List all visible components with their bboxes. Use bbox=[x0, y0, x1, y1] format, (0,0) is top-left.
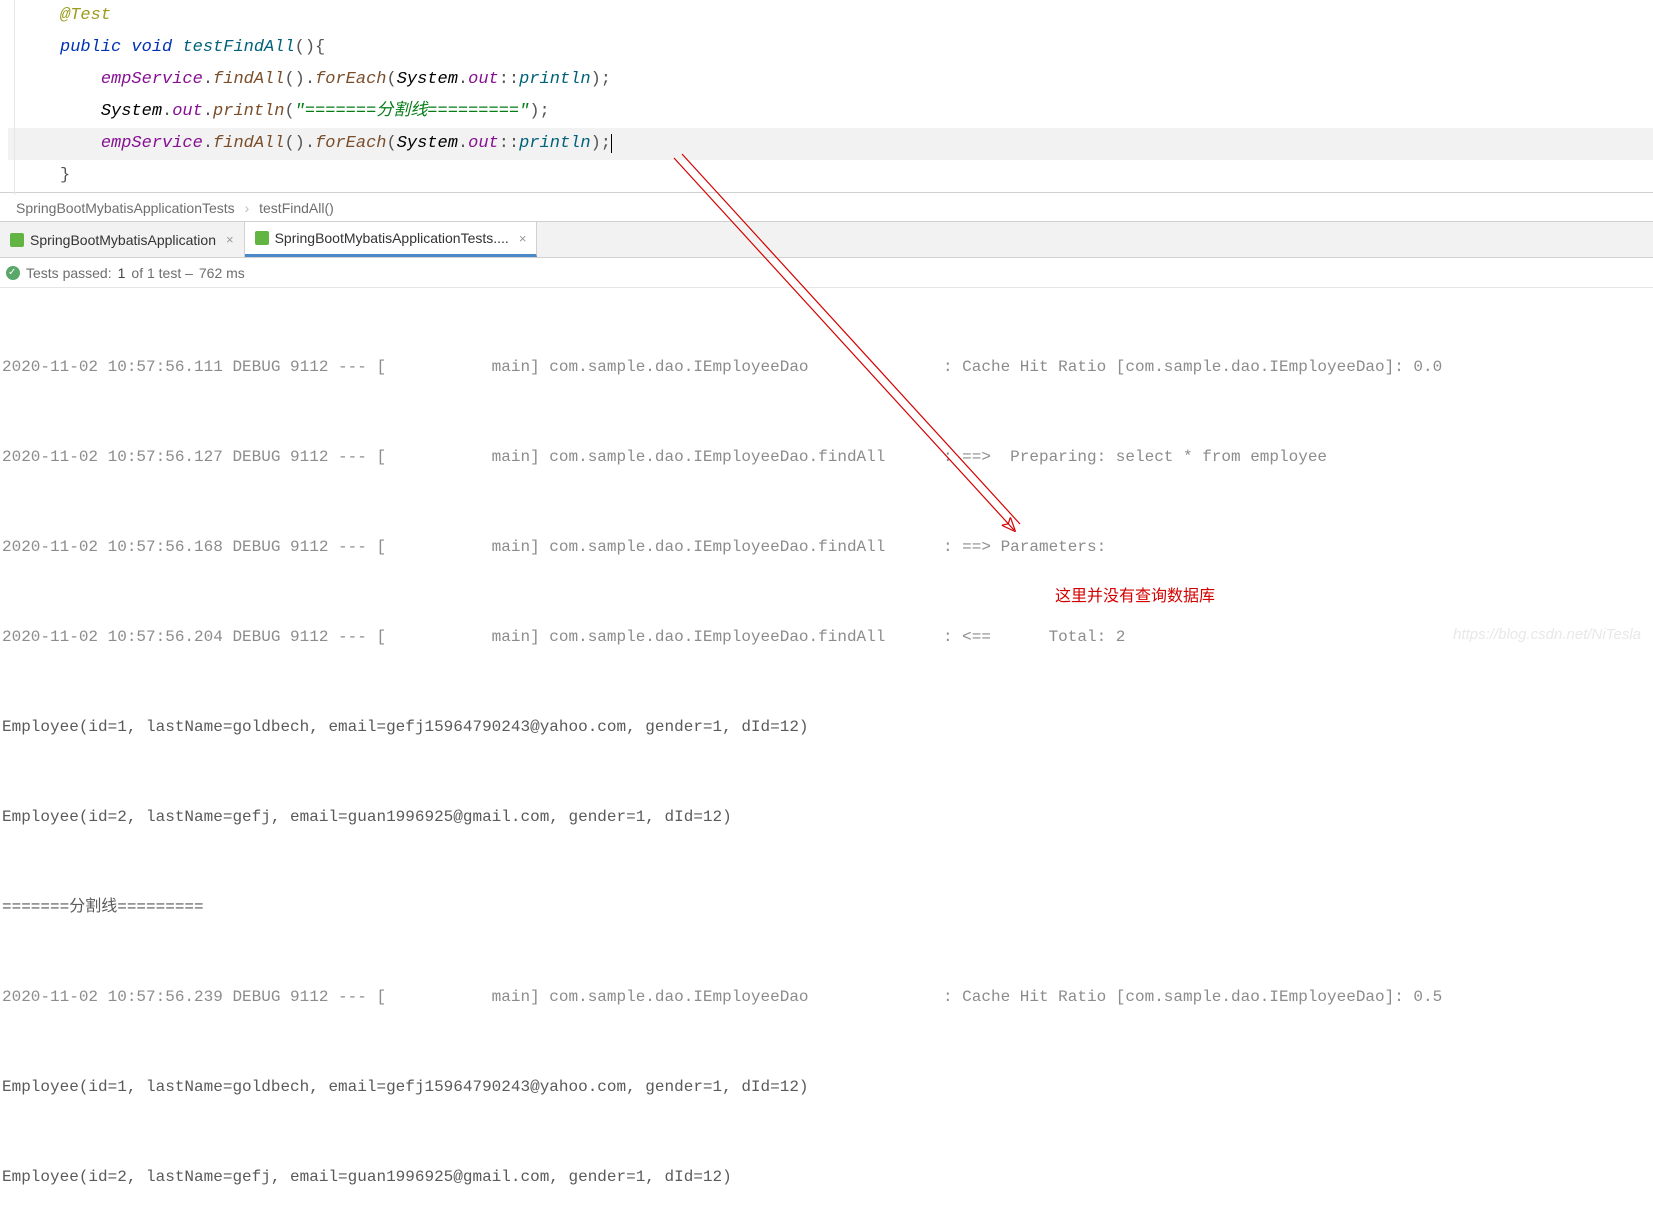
close-icon[interactable]: × bbox=[519, 231, 527, 246]
breadcrumb-item[interactable]: SpringBootMybatisApplicationTests bbox=[16, 200, 235, 216]
console-line: 2020-11-02 10:57:56.204 DEBUG 9112 --- [… bbox=[2, 622, 1653, 652]
console-line: Employee(id=2, lastName=gefj, email=guan… bbox=[2, 1162, 1653, 1192]
text-cursor bbox=[611, 134, 612, 153]
code-line-current: empService.findAll().forEach(System.out:… bbox=[8, 128, 1653, 160]
code-line: System.out.println("=======分割线========="… bbox=[8, 96, 1653, 128]
status-label: Tests passed: bbox=[26, 258, 112, 288]
console-line: 2020-11-02 10:57:56.111 DEBUG 9112 --- [… bbox=[2, 352, 1653, 382]
chevron-right-icon: › bbox=[245, 200, 250, 216]
run-icon bbox=[10, 233, 24, 247]
console-line: =======分割线========= bbox=[2, 892, 1653, 922]
code-line: } bbox=[8, 160, 1653, 192]
run-icon bbox=[255, 231, 269, 245]
code-line: @Test bbox=[8, 0, 1653, 32]
console-line: Employee(id=1, lastName=goldbech, email=… bbox=[2, 1072, 1653, 1102]
tab-label: SpringBootMybatisApplication bbox=[30, 232, 216, 248]
tab-application[interactable]: SpringBootMybatisApplication × bbox=[0, 222, 245, 257]
check-icon bbox=[6, 266, 20, 280]
breadcrumb[interactable]: SpringBootMybatisApplicationTests › test… bbox=[0, 192, 1653, 222]
console-line: 2020-11-02 10:57:56.239 DEBUG 9112 --- [… bbox=[2, 982, 1653, 1012]
annotation-token: @Test bbox=[60, 6, 111, 25]
run-tabs: SpringBootMybatisApplication × SpringBoo… bbox=[0, 222, 1653, 258]
breadcrumb-item[interactable]: testFindAll() bbox=[259, 200, 334, 216]
console-output[interactable]: 2020-11-02 10:57:56.111 DEBUG 9112 --- [… bbox=[0, 288, 1653, 1222]
console-line: Employee(id=2, lastName=gefj, email=guan… bbox=[2, 802, 1653, 832]
annotation-text: 这里并没有查询数据库 bbox=[1055, 582, 1215, 606]
console-line: 2020-11-02 10:57:56.168 DEBUG 9112 --- [… bbox=[2, 532, 1653, 562]
code-editor[interactable]: @Test public void testFindAll(){ empServ… bbox=[0, 0, 1653, 192]
console-line: 2020-11-02 10:57:56.127 DEBUG 9112 --- [… bbox=[2, 442, 1653, 472]
tab-label: SpringBootMybatisApplicationTests.... bbox=[275, 230, 509, 246]
close-icon[interactable]: × bbox=[226, 232, 234, 247]
status-count: 1 bbox=[118, 258, 126, 288]
status-time: 762 ms bbox=[199, 258, 245, 288]
test-status: Tests passed: 1 of 1 test – 762 ms bbox=[0, 258, 1653, 288]
status-mid: of 1 test – bbox=[131, 258, 192, 288]
tab-tests[interactable]: SpringBootMybatisApplicationTests.... × bbox=[245, 222, 538, 257]
watermark: https://blog.csdn.net/NiTesla bbox=[1453, 626, 1641, 643]
code-line: empService.findAll().forEach(System.out:… bbox=[8, 64, 1653, 96]
console-line: Employee(id=1, lastName=goldbech, email=… bbox=[2, 712, 1653, 742]
code-line: public void testFindAll(){ bbox=[8, 32, 1653, 64]
